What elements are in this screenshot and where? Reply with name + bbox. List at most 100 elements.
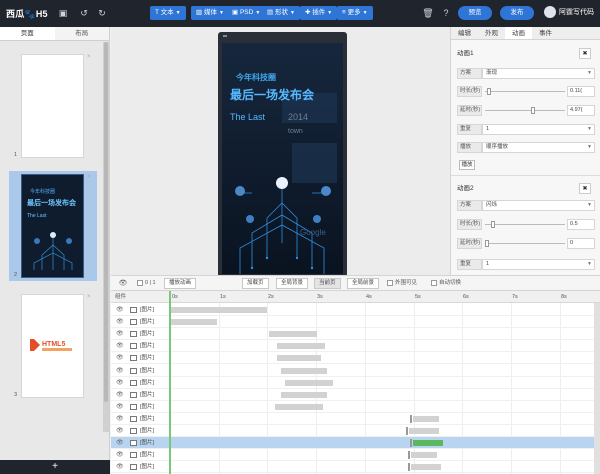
anim2-repeat-select[interactable]: 1 ▼	[482, 259, 595, 270]
anim1-playmode-select[interactable]: 顺序播放 ▼	[482, 142, 595, 153]
save-icon[interactable]: ▣	[57, 7, 69, 19]
visibility-eye-icon[interactable]: 👁	[116, 340, 124, 352]
global-background-button[interactable]: 全局背景	[276, 278, 309, 289]
visibility-eye-icon[interactable]: 👁	[116, 401, 124, 413]
timeline-row[interactable]: 👁 [图片]	[111, 401, 600, 413]
timeline-row[interactable]: 👁 [图片]	[111, 304, 600, 316]
plugin-menu-button[interactable]: ✚ 插件 ▼	[300, 6, 338, 20]
animation-bar[interactable]	[277, 355, 321, 362]
visibility-eye-icon[interactable]: 👁	[116, 437, 124, 449]
timeline-row[interactable]: 👁 [图片]	[111, 413, 600, 425]
timeline-row[interactable]: 👁 [图片]	[111, 437, 600, 450]
auto-switch-checkbox[interactable]: 自动切换	[431, 278, 461, 289]
visibility-eye-icon[interactable]: 👁	[116, 461, 124, 473]
animation-bar[interactable]	[171, 307, 267, 313]
anim1-delay-input[interactable]: 4.97(	[567, 105, 595, 116]
visibility-eye-icon[interactable]: 👁	[116, 365, 124, 377]
slider-knob[interactable]	[491, 221, 495, 228]
timeline-row[interactable]: 👁 [图片]	[111, 316, 600, 329]
timeline-row[interactable]: 👁 [图片]	[111, 449, 600, 462]
animation-bar[interactable]	[281, 367, 327, 374]
bar-handle[interactable]	[408, 463, 410, 472]
page-list-scrollbar[interactable]	[103, 42, 109, 432]
outer-visible-checkbox[interactable]: 外围可见	[387, 278, 417, 289]
visibility-eye-icon[interactable]: 👁	[116, 413, 124, 425]
page-thumbnail-2[interactable]: 今年科技圈 最后一场发布会 The Last	[21, 174, 84, 278]
text-menu-button[interactable]: T 文本 ▼	[150, 6, 186, 20]
psd-menu-button[interactable]: ▣ PSD ▼	[227, 6, 266, 20]
visibility-eye-icon[interactable]: 👁	[116, 316, 124, 328]
animation-bar[interactable]	[408, 463, 441, 472]
timeline-row[interactable]: 👁 [图片]	[111, 461, 600, 474]
tab-animation[interactable]: 动画	[505, 27, 532, 39]
play-animation-button[interactable]: 播放	[459, 160, 475, 170]
undo-icon[interactable]: ↺	[78, 7, 90, 19]
animation-bar[interactable]	[406, 427, 439, 435]
tab-appearance[interactable]: 外观	[478, 27, 505, 39]
slider-knob[interactable]	[531, 107, 535, 114]
animation-bar[interactable]	[269, 331, 317, 338]
page-thumbnail-1[interactable]	[21, 54, 84, 158]
timeline-row[interactable]: 👁 [图片]	[111, 389, 600, 401]
remove-animation-button[interactable]: ✖	[579, 48, 591, 59]
tab-events[interactable]: 事件	[532, 27, 559, 39]
animation-bar[interactable]	[408, 451, 437, 460]
bar-handle[interactable]	[410, 414, 412, 423]
delete-page-icon[interactable]: ×	[87, 54, 91, 60]
bar-handle[interactable]	[410, 439, 412, 448]
play-animation-timeline-button[interactable]: 播放动画	[164, 278, 197, 289]
visibility-eye-icon[interactable]: 👁	[116, 449, 124, 461]
help-icon[interactable]: ?	[440, 7, 452, 19]
visibility-eye-icon[interactable]: 👁	[116, 389, 124, 401]
anim2-duration-input[interactable]: 0.5	[567, 219, 595, 230]
timeline-row[interactable]: 👁 [图片]	[111, 365, 600, 377]
tab-pages[interactable]: 页面	[0, 27, 55, 40]
timeline-scrollbar[interactable]	[594, 303, 600, 474]
animation-bar[interactable]	[410, 439, 443, 448]
shape-menu-button[interactable]: ▤ 形状 ▼	[262, 6, 300, 20]
timeline-row[interactable]: 👁 [图片]	[111, 340, 600, 353]
more-menu-button[interactable]: ≡ 更多 ▼	[337, 6, 373, 20]
delete-page-icon[interactable]: ×	[87, 174, 91, 180]
slider-knob[interactable]	[487, 88, 491, 95]
visibility-eye-icon[interactable]: 👁	[116, 328, 124, 340]
tab-edit[interactable]: 编辑	[451, 27, 478, 39]
redo-icon[interactable]: ↻	[96, 7, 108, 19]
visibility-eye-icon[interactable]: 👁	[116, 304, 124, 316]
media-menu-button[interactable]: ▨ 媒体 ▼	[191, 6, 229, 20]
animation-bar[interactable]	[285, 379, 333, 386]
animation-bar[interactable]	[281, 391, 327, 398]
timeline-row[interactable]: 👁 [图片]	[111, 377, 600, 389]
preview-button[interactable]: 预览	[458, 6, 492, 20]
delete-page-icon[interactable]: ×	[87, 294, 91, 300]
remove-animation-button[interactable]: ✖	[579, 183, 591, 194]
visibility-eye-icon[interactable]: 👁	[116, 377, 124, 389]
visibility-eye-icon[interactable]: 👁	[116, 352, 124, 364]
user-menu[interactable]: 阿霆写代码	[544, 6, 594, 20]
anim2-delay-input[interactable]: 0	[567, 238, 595, 249]
tab-layout[interactable]: 布局	[54, 27, 109, 40]
lock-toggle[interactable]: 0 | 1	[137, 278, 156, 289]
anim1-duration-slider[interactable]	[485, 88, 565, 95]
timeline-row[interactable]: 👁 [图片]	[111, 425, 600, 437]
animation-bar[interactable]	[277, 343, 325, 350]
global-foreground-button[interactable]: 全局前景	[347, 278, 380, 289]
add-page-button[interactable]: +	[0, 460, 110, 474]
loading-page-button[interactable]: 加载页	[242, 278, 269, 289]
anim2-delay-slider[interactable]	[485, 240, 565, 247]
slider-knob[interactable]	[485, 240, 489, 247]
publish-button[interactable]: 发布	[500, 6, 534, 20]
page-thumbnail-3[interactable]: HTML5	[21, 294, 84, 398]
animation-bar[interactable]	[410, 414, 439, 423]
anim1-repeat-select[interactable]: 1 ▼	[482, 124, 595, 135]
timeline-row[interactable]: 👁 [图片]	[111, 328, 600, 341]
phone-screen[interactable]: 今年科技圈 最后一场发布会 The Last 2014 town Google	[222, 43, 343, 274]
anim2-duration-slider[interactable]	[485, 221, 565, 228]
trash-icon[interactable]: 🗑	[422, 7, 434, 19]
timeline-row[interactable]: 👁 [图片]	[111, 352, 600, 365]
anim1-duration-input[interactable]: 0.11(	[567, 86, 595, 97]
bar-handle[interactable]	[406, 427, 408, 435]
current-page-button[interactable]: 当前页	[314, 278, 341, 289]
visibility-eye-icon[interactable]: 👁	[116, 425, 124, 437]
eye-icon[interactable]: 👁	[117, 278, 129, 290]
